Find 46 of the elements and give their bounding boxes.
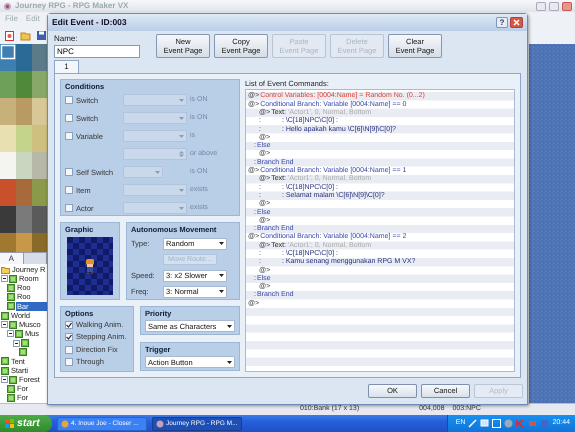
checkbox[interactable] xyxy=(65,320,73,329)
new-file-icon[interactable] xyxy=(4,30,15,40)
caret-icon xyxy=(219,290,224,294)
character-sprite-drawing xyxy=(84,258,96,274)
caret-icon xyxy=(179,206,184,210)
open-folder-icon[interactable] xyxy=(20,30,31,40)
caret-icon xyxy=(155,170,160,174)
caret-icon xyxy=(179,116,184,120)
tray-icon[interactable] xyxy=(516,419,526,428)
minimize-button[interactable] xyxy=(536,2,546,10)
app-icon xyxy=(61,420,69,428)
close-button[interactable] xyxy=(562,2,572,10)
collapse-icon[interactable] xyxy=(1,321,8,328)
caret-icon xyxy=(227,324,232,328)
collapse-icon[interactable] xyxy=(1,275,8,282)
page-tab[interactable]: 1 xyxy=(54,60,79,74)
checkbox[interactable] xyxy=(65,333,73,342)
caret-icon xyxy=(219,242,224,246)
name-field[interactable]: NPC xyxy=(54,45,140,58)
collapse-icon[interactable] xyxy=(13,340,20,347)
save-icon[interactable] xyxy=(36,30,47,40)
caret-icon xyxy=(227,360,232,364)
help-button[interactable]: ? xyxy=(496,16,508,28)
checkbox[interactable] xyxy=(65,346,73,354)
palette-tab[interactable]: A xyxy=(0,253,24,264)
app-icon xyxy=(156,420,164,428)
tileset-drawing[interactable] xyxy=(0,44,47,252)
sprite-preview[interactable] xyxy=(67,237,113,296)
caret-icon xyxy=(179,134,184,138)
spinner-arrows-icon xyxy=(179,150,184,158)
map-view[interactable] xyxy=(529,44,575,403)
checkbox[interactable] xyxy=(65,358,73,366)
start-button[interactable]: start xyxy=(0,415,52,432)
close-icon xyxy=(513,18,520,26)
app-logo-icon xyxy=(3,2,12,10)
window-title: Journey RPG - RPG Maker VX xyxy=(15,0,128,12)
caret-icon xyxy=(179,98,184,102)
dialog-title: Edit Event - ID:003 xyxy=(52,16,127,29)
windows-logo-icon xyxy=(5,419,14,428)
caret-icon xyxy=(219,274,224,278)
name-label: Name: xyxy=(54,33,79,46)
caret-icon xyxy=(179,188,184,192)
close-button[interactable] xyxy=(510,16,523,28)
collapse-icon[interactable] xyxy=(1,376,8,384)
collapse-icon[interactable] xyxy=(7,330,14,338)
maximize-button[interactable] xyxy=(549,2,559,10)
